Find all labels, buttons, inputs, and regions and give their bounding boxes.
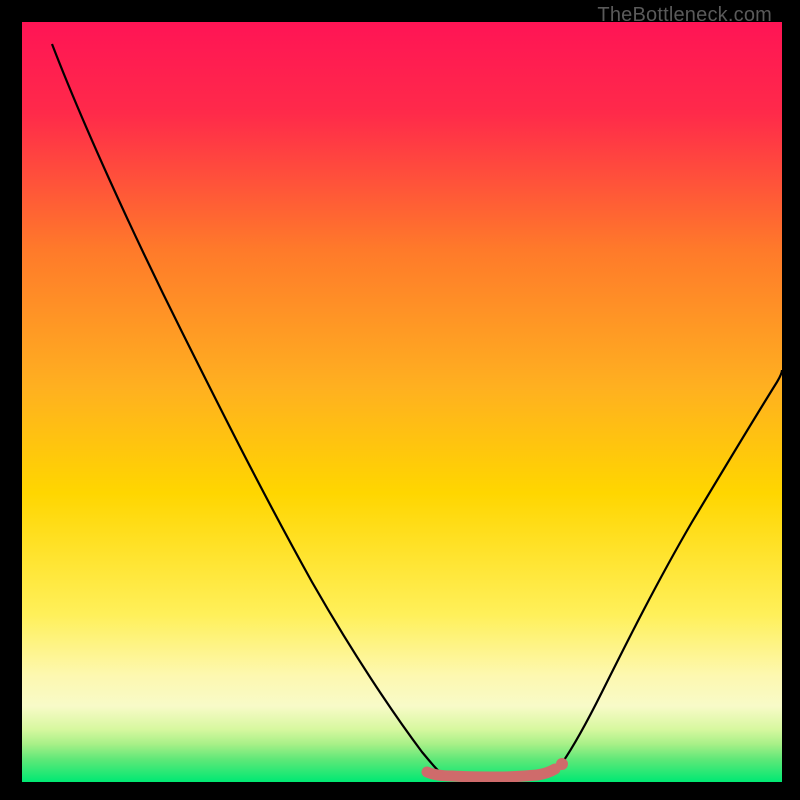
bottom-flat-segment [427, 769, 555, 777]
chart-curves [22, 22, 782, 782]
bottom-flat-end-dot [556, 758, 568, 770]
left-curve [52, 44, 442, 774]
chart-frame [22, 22, 782, 782]
watermark-text: TheBottleneck.com [597, 4, 772, 27]
right-curve [557, 370, 782, 770]
